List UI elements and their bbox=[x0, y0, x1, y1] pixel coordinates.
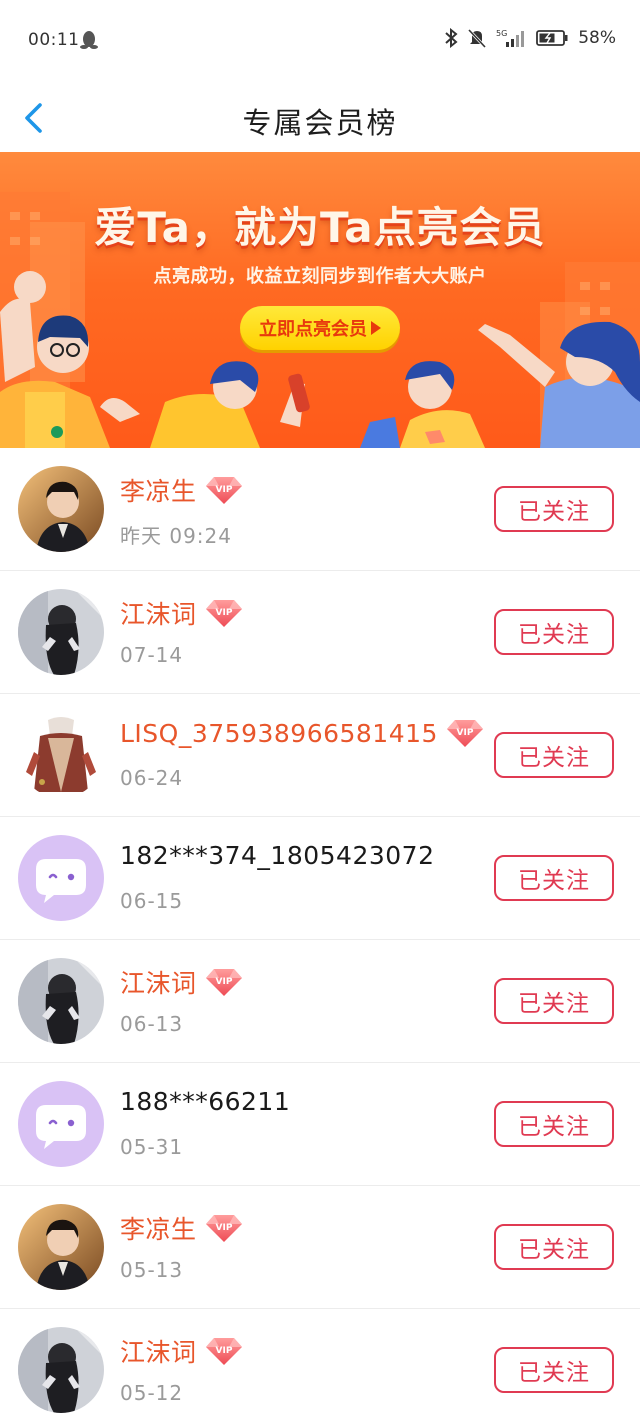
cta-label: 立即点亮会员 bbox=[259, 319, 367, 340]
followed-button[interactable]: 已关注 bbox=[494, 609, 614, 655]
name-wrap: 江沫词 VIP bbox=[120, 964, 243, 1000]
banner-headline: 爱Ta，就为Ta点亮会员 bbox=[94, 203, 546, 252]
followed-button[interactable]: 已关注 bbox=[494, 732, 614, 778]
avatar[interactable] bbox=[18, 712, 104, 798]
followed-button[interactable]: 已关注 bbox=[494, 1224, 614, 1270]
member-name: 江沫词 bbox=[120, 969, 197, 998]
member-name: 188***66211 bbox=[120, 1087, 291, 1116]
followed-button[interactable]: 已关注 bbox=[494, 855, 614, 901]
member-date: 06-13 bbox=[120, 1012, 184, 1036]
vip-badge-icon: VIP bbox=[205, 600, 242, 627]
name-wrap: 188***66211 bbox=[120, 1087, 290, 1116]
member-row-5[interactable]: 江沫词 VIP 06-13 已关注 bbox=[0, 940, 640, 1063]
member-date: 05-13 bbox=[120, 1258, 184, 1282]
name-wrap: 李凉生 VIP bbox=[120, 1210, 243, 1246]
member-date: 05-12 bbox=[120, 1381, 184, 1405]
light-up-membership-button[interactable]: 立即点亮会员 bbox=[240, 306, 400, 350]
avatar[interactable] bbox=[18, 466, 104, 552]
member-date: 05-31 bbox=[120, 1135, 184, 1159]
followed-label: 已关注 bbox=[518, 1360, 590, 1386]
member-name: LISQ_375938966581415 bbox=[120, 718, 438, 748]
qq-penguin-icon bbox=[80, 30, 98, 50]
play-arrow-icon bbox=[371, 321, 381, 335]
member-row-4[interactable]: 182***374_1805423072 06-15 已关注 bbox=[0, 817, 640, 940]
avatar[interactable] bbox=[18, 1327, 104, 1413]
member-list: 李凉生 VIP 昨天 09:24 已关注 江沫词 VIP 07-14 已关注 L… bbox=[0, 448, 640, 1414]
svg-text:VIP: VIP bbox=[215, 1223, 232, 1233]
avatar[interactable] bbox=[18, 958, 104, 1044]
followed-label: 已关注 bbox=[518, 499, 590, 525]
vip-badge-icon: VIP bbox=[446, 720, 483, 747]
name-wrap: 182***374_1805423072 bbox=[120, 841, 435, 870]
banner-subtitle: 点亮成功，收益立刻同步到作者大大账户 bbox=[153, 266, 487, 287]
vip-badge-icon: VIP bbox=[205, 477, 242, 504]
nav-bar: 专属会员榜 bbox=[0, 80, 640, 152]
signal-icon: 5G bbox=[496, 28, 526, 48]
member-name: 江沫词 bbox=[120, 600, 197, 629]
vip-badge-icon: VIP bbox=[205, 1338, 242, 1365]
name-wrap: LISQ_375938966581415 VIP bbox=[120, 718, 484, 748]
member-name: 182***374_1805423072 bbox=[120, 841, 435, 870]
member-name: 李凉生 bbox=[120, 477, 197, 506]
followed-label: 已关注 bbox=[518, 1114, 590, 1140]
followed-label: 已关注 bbox=[518, 745, 590, 771]
avatar[interactable] bbox=[18, 835, 104, 921]
followed-button[interactable]: 已关注 bbox=[494, 978, 614, 1024]
member-date: 06-15 bbox=[120, 889, 184, 913]
svg-text:VIP: VIP bbox=[215, 1346, 232, 1356]
followed-label: 已关注 bbox=[518, 868, 590, 894]
followed-button[interactable]: 已关注 bbox=[494, 486, 614, 532]
followed-label: 已关注 bbox=[518, 1237, 590, 1263]
mute-bell-icon bbox=[468, 28, 487, 48]
page-title: 专属会员榜 bbox=[242, 106, 398, 140]
status-bar: 00:11 5G 58% bbox=[0, 0, 640, 80]
followed-button[interactable]: 已关注 bbox=[494, 1347, 614, 1393]
member-name: 江沫词 bbox=[120, 1338, 197, 1367]
member-row-1[interactable]: 李凉生 VIP 昨天 09:24 已关注 bbox=[0, 448, 640, 571]
svg-text:VIP: VIP bbox=[215, 485, 232, 495]
svg-text:VIP: VIP bbox=[215, 977, 232, 987]
followed-label: 已关注 bbox=[518, 991, 590, 1017]
svg-text:VIP: VIP bbox=[456, 728, 473, 738]
followed-button[interactable]: 已关注 bbox=[494, 1101, 614, 1147]
vip-badge-icon: VIP bbox=[205, 1215, 242, 1242]
member-date: 06-24 bbox=[120, 766, 184, 790]
promo-banner[interactable]: 爱Ta，就为Ta点亮会员 点亮成功，收益立刻同步到作者大大账户 立即点亮会员 bbox=[0, 152, 640, 448]
battery-icon bbox=[536, 29, 568, 47]
name-wrap: 江沫词 VIP bbox=[120, 595, 243, 631]
status-time: 00:11 bbox=[28, 30, 80, 50]
member-date: 昨天 09:24 bbox=[120, 524, 232, 548]
member-row-2[interactable]: 江沫词 VIP 07-14 已关注 bbox=[0, 571, 640, 694]
member-row-3[interactable]: LISQ_375938966581415 VIP 06-24 已关注 bbox=[0, 694, 640, 817]
avatar[interactable] bbox=[18, 1204, 104, 1290]
bluetooth-icon bbox=[444, 28, 458, 48]
member-row-6[interactable]: 188***66211 05-31 已关注 bbox=[0, 1063, 640, 1186]
name-wrap: 江沫词 VIP bbox=[120, 1333, 243, 1369]
member-row-7[interactable]: 李凉生 VIP 05-13 已关注 bbox=[0, 1186, 640, 1309]
followed-label: 已关注 bbox=[518, 622, 590, 648]
avatar[interactable] bbox=[18, 1081, 104, 1167]
network-label: 5G bbox=[496, 29, 507, 38]
member-date: 07-14 bbox=[120, 643, 184, 667]
status-right-icons: 5G 58% bbox=[444, 28, 616, 48]
member-row-8[interactable]: 江沫词 VIP 05-12 已关注 bbox=[0, 1309, 640, 1414]
vip-badge-icon: VIP bbox=[205, 969, 242, 996]
name-wrap: 李凉生 VIP bbox=[120, 472, 243, 508]
member-name: 李凉生 bbox=[120, 1215, 197, 1244]
avatar[interactable] bbox=[18, 589, 104, 675]
battery-percent: 58% bbox=[578, 28, 616, 48]
svg-text:VIP: VIP bbox=[215, 608, 232, 618]
